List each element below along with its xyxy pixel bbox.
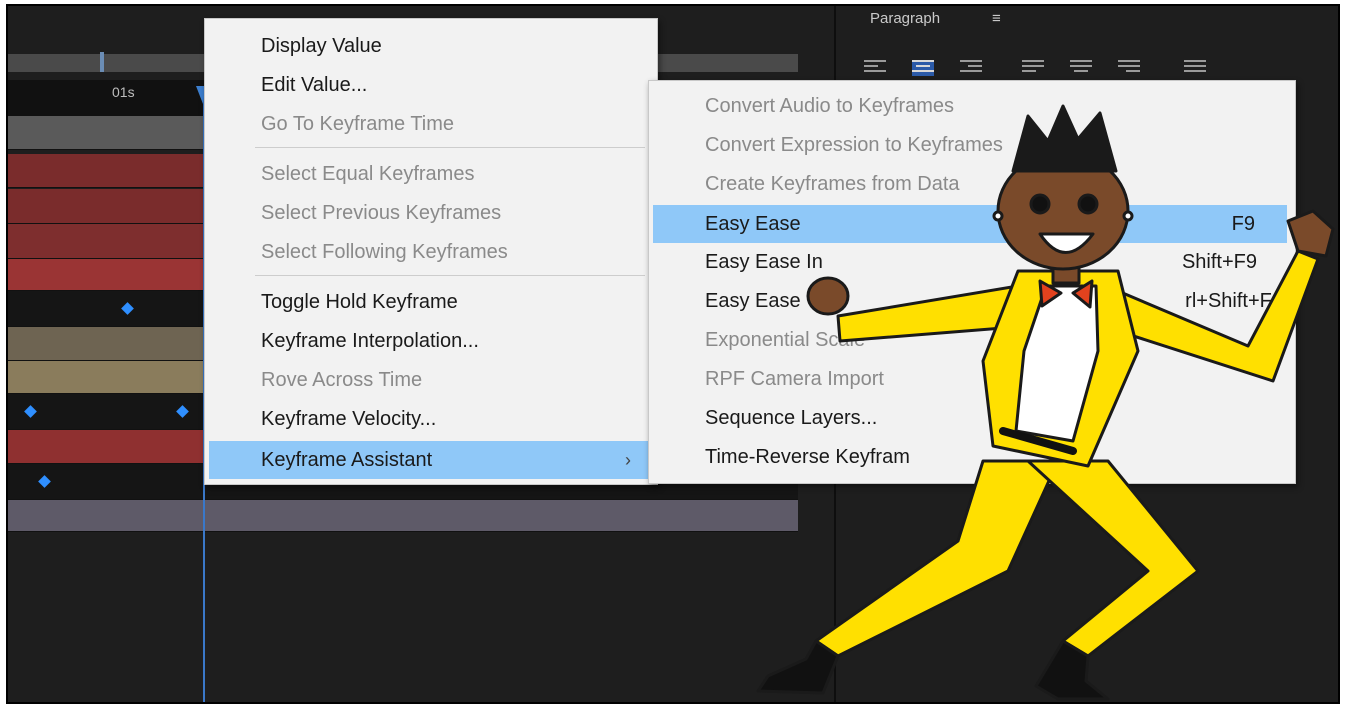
menu-item-label: Display Value (261, 35, 382, 57)
menu-item-keyframe-velocity[interactable]: Keyframe Velocity... (205, 402, 655, 436)
right-leg (1026, 459, 1200, 658)
menu-separator (255, 147, 645, 148)
menu-item-label: Select Equal Keyframes (261, 163, 475, 185)
hair (1011, 104, 1118, 173)
menu-item-select-following-keyframes[interactable]: Select Following Keyframes (205, 235, 655, 269)
menu-item-label: Keyframe Velocity... (261, 408, 437, 430)
menu-item-select-previous-keyframes[interactable]: Select Previous Keyframes (205, 196, 655, 230)
justify-all-icon[interactable] (1184, 60, 1206, 76)
justify-center-icon[interactable] (1070, 60, 1092, 76)
align-right-icon[interactable] (960, 60, 982, 76)
menu-item-label: Keyframe Assistant (261, 449, 433, 471)
menu-item-go-to-keyframe-time[interactable]: Go To Keyframe Time (205, 107, 655, 141)
align-center-icon[interactable] (912, 60, 934, 76)
submenu-arrow-icon: › (625, 450, 631, 470)
right-earring (1122, 210, 1134, 222)
menu-item-label: Go To Keyframe Time (261, 113, 455, 135)
left-shoe (756, 639, 840, 695)
menu-item-label: Edit Value... (261, 74, 368, 96)
menu-separator (255, 275, 645, 276)
panel-menu-icon[interactable]: ≡ (992, 10, 1001, 27)
work-area-marker[interactable] (100, 52, 104, 72)
right-arm (1116, 249, 1320, 383)
menu-item-label: Rove Across Time (261, 369, 423, 391)
menu-item-label: Select Previous Keyframes (261, 202, 502, 224)
right-hand (1286, 209, 1335, 258)
menu-item-edit-value[interactable]: Edit Value... (205, 68, 655, 102)
left-hand (806, 276, 850, 316)
left-earring (992, 210, 1004, 222)
justify-left-icon[interactable] (1022, 60, 1044, 76)
menu-item-toggle-hold-keyframe[interactable]: Toggle Hold Keyframe (205, 285, 655, 319)
track-row[interactable] (8, 500, 798, 532)
menu-item-display-value[interactable]: Display Value (205, 29, 655, 63)
menu-item-label: Select Following Keyframes (261, 241, 508, 263)
menu-item-keyframe-assistant[interactable]: Keyframe Assistant › (209, 441, 649, 479)
menu-item-keyframe-interpolation[interactable]: Keyframe Interpolation... (205, 324, 655, 358)
menu-item-label: Keyframe Interpolation... (261, 330, 479, 352)
align-left-icon[interactable] (864, 60, 886, 76)
app-window: 01s Paragraph ≡ Display Value Edit Value… (6, 4, 1340, 704)
menu-item-select-equal-keyframes[interactable]: Select Equal Keyframes (205, 157, 655, 191)
left-eye (1029, 193, 1051, 215)
paragraph-panel-title: Paragraph (870, 10, 941, 27)
justify-right-icon[interactable] (1118, 60, 1140, 76)
right-eye (1077, 193, 1099, 215)
cartoon-character-illustration (756, 104, 1335, 701)
context-menu: Display Value Edit Value... Go To Keyfra… (204, 18, 658, 485)
menu-item-rove-across-time[interactable]: Rove Across Time (205, 363, 655, 397)
time-ruler-label: 01s (112, 84, 135, 100)
menu-item-label: Toggle Hold Keyframe (261, 291, 458, 313)
left-leg (814, 459, 1060, 658)
